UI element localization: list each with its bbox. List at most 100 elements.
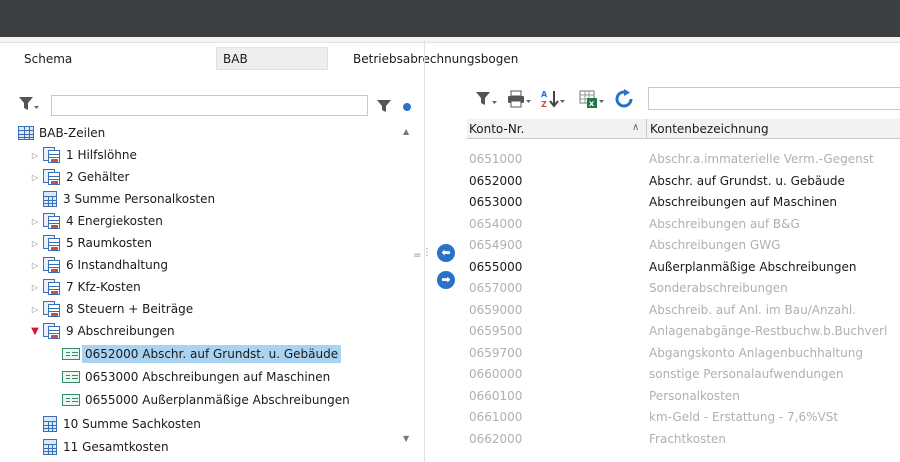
expand-arrow-icon[interactable]: ▷ [30, 283, 40, 292]
bezeichnung-cell: Außerplanmäßige Abschreibungen [649, 259, 857, 274]
tree-node-gesamtkosten[interactable]: 11 Gesamtkosten [30, 436, 169, 456]
sum-icon [43, 416, 57, 432]
group-icon [43, 257, 61, 273]
sort-ascending-icon[interactable]: ∧ [632, 122, 639, 133]
group-icon [43, 323, 61, 339]
bezeichnung-cell: sonstige Personalaufwendungen [649, 367, 844, 381]
expand-arrow-icon[interactable]: ▷ [30, 261, 40, 270]
konto-cell: 0659000 [469, 302, 523, 317]
tree-node-energiekosten[interactable]: ▷ 4 Energiekosten [30, 210, 163, 232]
tree-root[interactable]: BAB-Zeilen [18, 122, 105, 144]
tree-node-label: 2 Gehälter [66, 170, 130, 184]
tree-node-label: 0655000 Außerplanmäßige Abschreibungen [85, 393, 350, 407]
splitter-grip-icon[interactable]: = [413, 251, 421, 261]
table-row[interactable]: 0662000 Frachtkosten [467, 428, 900, 449]
column-header-bezeichnung[interactable]: Kontenbezeichnung [648, 119, 900, 139]
tree-account-0653000[interactable]: 0653000 Abschreibungen auf Maschinen [62, 366, 330, 388]
move-left-button[interactable]: ⬅ [437, 244, 455, 262]
tree-node-label: 4 Energiekosten [66, 214, 163, 228]
tree-node-instandhaltung[interactable]: ▷ 6 Instandhaltung [30, 254, 168, 276]
table-row[interactable]: 0653000 Abschreibungen auf Maschinen [467, 191, 900, 212]
tree-node-steuern-beitraege[interactable]: ▷ 8 Steuern + Beiträge [30, 298, 193, 320]
bezeichnung-cell: Personalkosten [649, 388, 740, 403]
table-row[interactable]: 0652000 Abschr. auf Grundst. u. Gebäude [467, 170, 900, 191]
refresh-icon[interactable] [614, 87, 636, 111]
print-icon[interactable] [507, 87, 533, 111]
tree-node-abschreibungen[interactable]: ▼ 9 Abschreibungen [30, 320, 175, 342]
tree-node-kfz-kosten[interactable]: ▷ 7 Kfz-Kosten [30, 276, 141, 298]
account-icon [62, 371, 80, 383]
grid-header: Konto-Nr. ∧ Kontenbezeichnung [467, 119, 900, 139]
konto-cell: 0659500 [469, 324, 523, 338]
account-grid: Konto-Nr. ∧ Kontenbezeichnung 0651000 Abs… [467, 119, 900, 462]
tree-node-label: 0652000 Abschr. auf Grundst. u. Gebäude [82, 345, 342, 363]
group-icon [43, 169, 61, 185]
table-row[interactable]: 0660000 sonstige Personalaufwendungen [467, 363, 900, 384]
tree-node-label: 7 Kfz-Kosten [66, 280, 141, 294]
tree-scroll-down-icon[interactable]: ▼ [403, 434, 409, 443]
sort-icon[interactable]: A Z [540, 87, 566, 111]
table-icon [18, 126, 34, 140]
table-row[interactable]: 0655000 Außerplanmäßige Abschreibungen [467, 256, 900, 277]
table-row[interactable]: 0654900 Abschreibungen GWG [467, 234, 900, 255]
group-icon [43, 213, 61, 229]
konto-cell: 0651000 [469, 152, 523, 166]
tree-node-summe-personalkosten[interactable]: 3 Summe Personalkosten [30, 188, 215, 210]
svg-text:x: x [589, 99, 595, 108]
expand-arrow-icon[interactable]: ▷ [30, 173, 40, 182]
tree-account-0655000[interactable]: 0655000 Außerplanmäßige Abschreibungen [62, 389, 350, 411]
tree-node-hilfsloehne[interactable]: ▷ 1 Hilfslöhne [30, 144, 137, 166]
tree-root-label: BAB-Zeilen [39, 126, 106, 140]
group-icon [43, 301, 61, 317]
tree-node-raumkosten[interactable]: ▷ 5 Raumkosten [30, 232, 152, 254]
table-row[interactable]: 0654000 Abschreibungen auf B&G [467, 213, 900, 234]
table-row[interactable]: 0659500 Anlagenabgänge-Restbuchw.b.Buchve… [467, 320, 900, 341]
tree-search-input[interactable] [51, 95, 368, 116]
splitter-dots-icon[interactable]: ⋮ [422, 248, 432, 258]
schema-field[interactable]: BAB [216, 47, 328, 70]
bab-tree: BAB-Zeilen ▷ 1 Hilfslöhne ▷ 2 Gehälter 3… [18, 122, 418, 456]
table-row[interactable]: 0659700 Abgangskonto Anlagenbuchhaltung [467, 342, 900, 363]
tree-node-label: 1 Hilfslöhne [66, 148, 137, 162]
move-right-button[interactable]: ➡ [437, 271, 455, 289]
konto-cell: 0657000 [469, 281, 523, 295]
expand-arrow-icon[interactable]: ▷ [30, 239, 40, 248]
tree-node-label: 9 Abschreibungen [66, 324, 175, 338]
tree-node-label: 6 Instandhaltung [66, 258, 168, 272]
table-row[interactable]: 0657000 Sonderabschreibungen [467, 277, 900, 298]
schema-label: Schema [24, 52, 73, 66]
column-header-konto[interactable]: Konto-Nr. ∧ [467, 119, 647, 139]
konto-cell: 0654000 [469, 216, 523, 231]
expand-arrow-icon[interactable]: ▷ [30, 151, 40, 160]
tree-node-gehaelter[interactable]: ▷ 2 Gehälter [30, 166, 129, 188]
tree-node-label: 3 Summe Personalkosten [63, 192, 216, 206]
bezeichnung-cell: Abschr.a.immaterielle Verm.-Gegenst [649, 152, 874, 166]
filter-icon[interactable] [376, 98, 392, 114]
bezeichnung-cell: km-Geld - Erstattung - 7,6%VSt [649, 410, 839, 424]
konto-cell: 0655000 [469, 259, 523, 274]
table-row[interactable]: 0659000 Abschreib. auf Anl. im Bau/Anzahl… [467, 299, 900, 320]
filter-dropdown-icon[interactable] [18, 96, 40, 112]
table-row[interactable]: 0660100 Personalkosten [467, 385, 900, 406]
table-row[interactable]: 0651000 Abschr.a.immaterielle Verm.-Gegen… [467, 148, 900, 169]
tree-account-0652000[interactable]: 0652000 Abschr. auf Grundst. u. Gebäude [62, 343, 342, 365]
svg-text:Z: Z [541, 100, 547, 109]
konto-cell: 0660000 [469, 367, 523, 381]
tree-node-summe-sachkosten[interactable]: 10 Summe Sachkosten [30, 413, 201, 435]
collapse-arrow-icon[interactable]: ▼ [30, 326, 40, 337]
filter-dropdown-icon[interactable] [475, 87, 499, 111]
account-search-input[interactable] [648, 87, 900, 110]
tree-node-label: 10 Summe Sachkosten [63, 417, 201, 431]
column-header-label: Konto-Nr. [469, 122, 525, 136]
account-icon [62, 348, 80, 360]
column-header-label: Kontenbezeichnung [650, 122, 769, 136]
top-strip [0, 37, 900, 43]
table-row[interactable]: 0661000 km-Geld - Erstattung - 7,6%VSt [467, 406, 900, 427]
bezeichnung-cell: Abschr. auf Grundst. u. Gebäude [649, 173, 845, 188]
status-dot-icon[interactable] [403, 103, 411, 111]
excel-export-icon[interactable]: x [579, 87, 605, 111]
bezeichnung-cell: Abgangskonto Anlagenbuchhaltung [649, 345, 863, 360]
expand-arrow-icon[interactable]: ▷ [30, 305, 40, 314]
expand-arrow-icon[interactable]: ▷ [30, 217, 40, 226]
bezeichnung-cell: Abschreibungen auf Maschinen [649, 195, 838, 209]
